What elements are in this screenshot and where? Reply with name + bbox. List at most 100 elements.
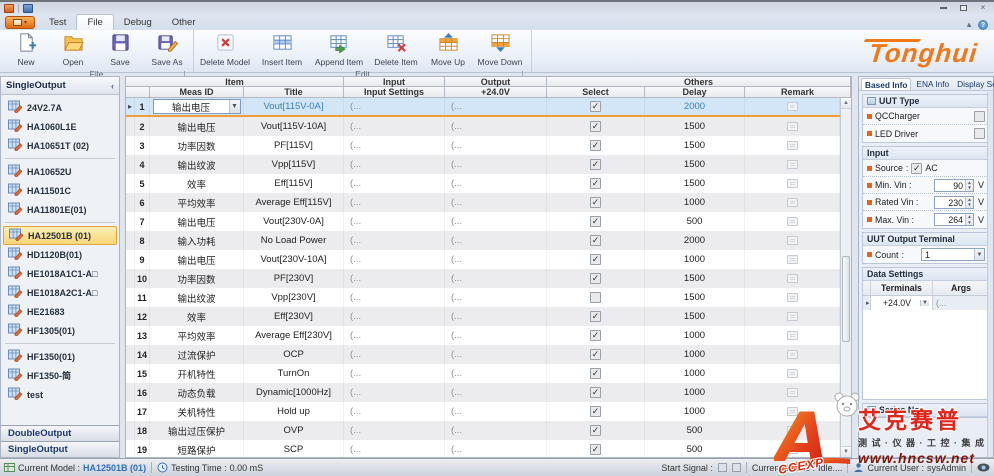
grid-row-5[interactable]: 5效率Eff[115V](...(...1500 <box>126 174 840 193</box>
output-cell[interactable]: (... <box>445 212 547 231</box>
meas-id-cell[interactable]: 效率 <box>150 307 244 326</box>
delete-item-button[interactable]: Delete Item <box>368 31 424 69</box>
sidebar-item-HE1018A1C1-A□[interactable]: HE1018A1C1-A□ <box>3 264 117 283</box>
input-settings-cell[interactable]: (... <box>344 326 445 345</box>
output-cell[interactable]: (... <box>445 155 547 174</box>
spinner-icon[interactable]: ▲▼ <box>965 197 973 208</box>
remark-note-icon[interactable] <box>787 407 798 416</box>
remark-cell[interactable] <box>745 307 840 326</box>
input-settings-cell[interactable]: (... <box>344 440 445 457</box>
grid-row-1[interactable]: ▸1输出电压▼Vout[115V-0A](...(...2000 <box>126 98 840 117</box>
meas-id-cell[interactable]: 输出过压保护 <box>150 421 244 440</box>
delay-cell[interactable]: 1500 <box>645 307 745 326</box>
new-button[interactable]: New <box>3 31 49 69</box>
meas-id-cell[interactable]: 输出纹波 <box>150 288 244 307</box>
meas-id-cell[interactable]: 输出纹波 <box>150 155 244 174</box>
remark-cell[interactable] <box>745 212 840 231</box>
select-checkbox[interactable] <box>590 425 601 436</box>
scroll-down-icon[interactable]: ▼ <box>841 446 851 457</box>
select-checkbox[interactable] <box>590 178 601 189</box>
remark-note-icon[interactable] <box>787 179 798 188</box>
max-vin-input[interactable]: 264 ▲▼ <box>934 213 974 226</box>
select-checkbox[interactable] <box>590 444 601 455</box>
sidebar-item-HF1350-简[interactable]: HF1350-简 <box>3 366 117 385</box>
input-settings-cell[interactable]: (... <box>344 250 445 269</box>
delay-cell[interactable]: 2000 <box>645 98 745 115</box>
input-settings-cell[interactable]: (... <box>344 136 445 155</box>
remark-note-icon[interactable] <box>787 217 798 226</box>
meas-id-cell[interactable]: 输出电压▼ <box>150 98 244 115</box>
grid-row-6[interactable]: 6平均效率Average Eff[115V](...(...1000 <box>126 193 840 212</box>
sidebar-item-HE21683[interactable]: HE21683 <box>3 302 117 321</box>
output-cell[interactable]: (... <box>445 117 547 136</box>
save-button[interactable]: Save <box>97 31 143 69</box>
grid-row-2[interactable]: 2输出电压Vout[115V-10A](...(...1500 <box>126 117 840 136</box>
input-settings-cell[interactable]: (... <box>344 155 445 174</box>
remark-cell[interactable] <box>745 288 840 307</box>
panel-double-output[interactable]: DoubleOutput <box>1 425 119 441</box>
collapse-icon[interactable]: ‹ <box>111 81 114 91</box>
application-menu-button[interactable]: ▾ <box>5 16 35 29</box>
sidebar-item-HA11501C[interactable]: HA11501C <box>3 181 117 200</box>
grid-row-18[interactable]: 18输出过压保护OVP(...(...500 <box>126 421 840 440</box>
title-cell[interactable]: Average Eff[115V] <box>244 193 344 212</box>
grid-row-14[interactable]: 14过流保护OCP(...(...1000 <box>126 345 840 364</box>
append-item-button[interactable]: Append Item <box>311 31 367 69</box>
remark-note-icon[interactable] <box>787 198 798 207</box>
count-dropdown[interactable]: 1 ▼ <box>921 248 985 261</box>
minimize-button[interactable] <box>936 4 950 13</box>
input-settings-cell[interactable]: (... <box>344 421 445 440</box>
select-checkbox[interactable] <box>590 254 601 265</box>
output-cell[interactable]: (... <box>445 326 547 345</box>
select-checkbox[interactable] <box>590 140 601 151</box>
delay-cell[interactable]: 1500 <box>645 288 745 307</box>
sidebar-item-HE1018A2C1-A□[interactable]: HE1018A2C1-A□ <box>3 283 117 302</box>
grid-row-19[interactable]: 19短路保护SCP(...(...500 <box>126 440 840 457</box>
title-cell[interactable]: Vout[115V-0A] <box>244 98 344 115</box>
remark-cell[interactable] <box>745 250 840 269</box>
move-up-button[interactable]: Move Up <box>425 31 471 69</box>
args-cell[interactable]: (... <box>933 296 989 310</box>
sidebar-item-HD1120B(01)[interactable]: HD1120B(01) <box>3 245 117 264</box>
output-cell[interactable]: (... <box>445 364 547 383</box>
meas-id-cell[interactable]: 关机特性 <box>150 402 244 421</box>
meas-id-cell[interactable]: 动态负载 <box>150 383 244 402</box>
meas-id-cell[interactable]: 短路保护 <box>150 440 244 457</box>
spinner-icon[interactable]: ▲▼ <box>965 180 973 191</box>
title-cell[interactable]: PF[115V] <box>244 136 344 155</box>
ribbon-collapse-icon[interactable]: ▲ <box>965 21 973 29</box>
sidebar-item-HF1305(01)[interactable]: HF1305(01) <box>3 321 117 340</box>
delay-cell[interactable]: 1500 <box>645 174 745 193</box>
tab-based-info[interactable]: Based Info <box>861 78 911 90</box>
panel-single-output[interactable]: SingleOutput <box>1 441 119 457</box>
qccharger-checkbox[interactable] <box>974 111 985 122</box>
title-cell[interactable]: Eff[115V] <box>244 174 344 193</box>
input-settings-cell[interactable]: (... <box>344 345 445 364</box>
output-cell[interactable]: (... <box>445 193 547 212</box>
rated-vin-input[interactable]: 230 ▲▼ <box>934 196 974 209</box>
remark-cell[interactable] <box>745 402 840 421</box>
title-cell[interactable]: No Load Power <box>244 231 344 250</box>
output-cell[interactable]: (... <box>445 383 547 402</box>
eye-icon[interactable] <box>977 463 990 472</box>
delay-cell[interactable]: 1500 <box>645 155 745 174</box>
select-checkbox[interactable] <box>590 273 601 284</box>
title-cell[interactable]: OVP <box>244 421 344 440</box>
led-driver-checkbox[interactable] <box>974 128 985 139</box>
save-as-button[interactable]: Save As <box>144 31 190 69</box>
delay-cell[interactable]: 500 <box>645 440 745 457</box>
input-settings-cell[interactable]: (... <box>344 98 445 115</box>
delay-cell[interactable]: 1500 <box>645 269 745 288</box>
ribbon-tab-test[interactable]: Test <box>39 15 76 30</box>
grid-row-4[interactable]: 4输出纹波Vpp[115V](...(...1500 <box>126 155 840 174</box>
grid-row-16[interactable]: 16动态负载Dynamic[1000Hz](...(...1000 <box>126 383 840 402</box>
remark-note-icon[interactable] <box>787 388 798 397</box>
output-cell[interactable]: (... <box>445 421 547 440</box>
delay-cell[interactable]: 1000 <box>645 250 745 269</box>
input-settings-cell[interactable]: (... <box>344 117 445 136</box>
input-settings-cell[interactable]: (... <box>344 288 445 307</box>
remark-cell[interactable] <box>745 98 840 115</box>
meas-id-cell[interactable]: 功率因数 <box>150 269 244 288</box>
sidebar-item-HA1060L1E[interactable]: HA1060L1E <box>3 117 117 136</box>
sidebar-item-HA10651T(02)[interactable]: HA10651T (02) <box>3 136 117 155</box>
